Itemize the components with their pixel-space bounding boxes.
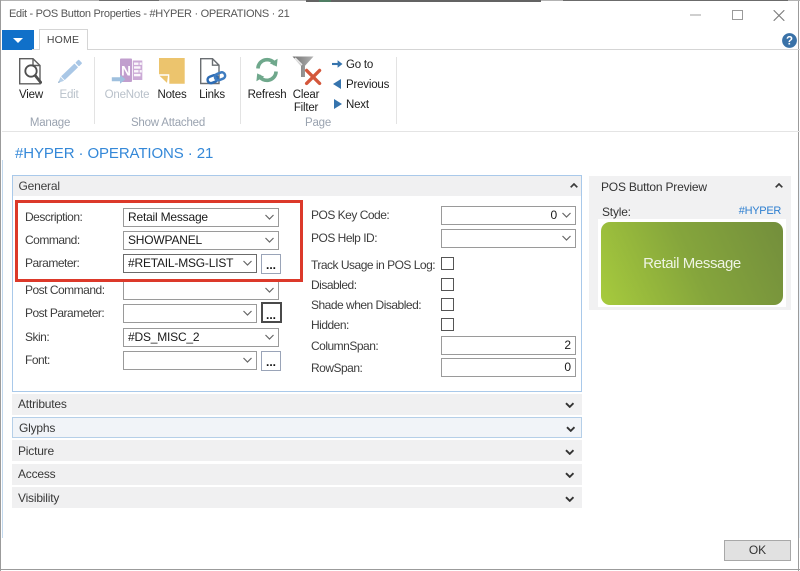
svg-text:?: ? (786, 35, 793, 47)
svg-text:N: N (121, 64, 131, 79)
